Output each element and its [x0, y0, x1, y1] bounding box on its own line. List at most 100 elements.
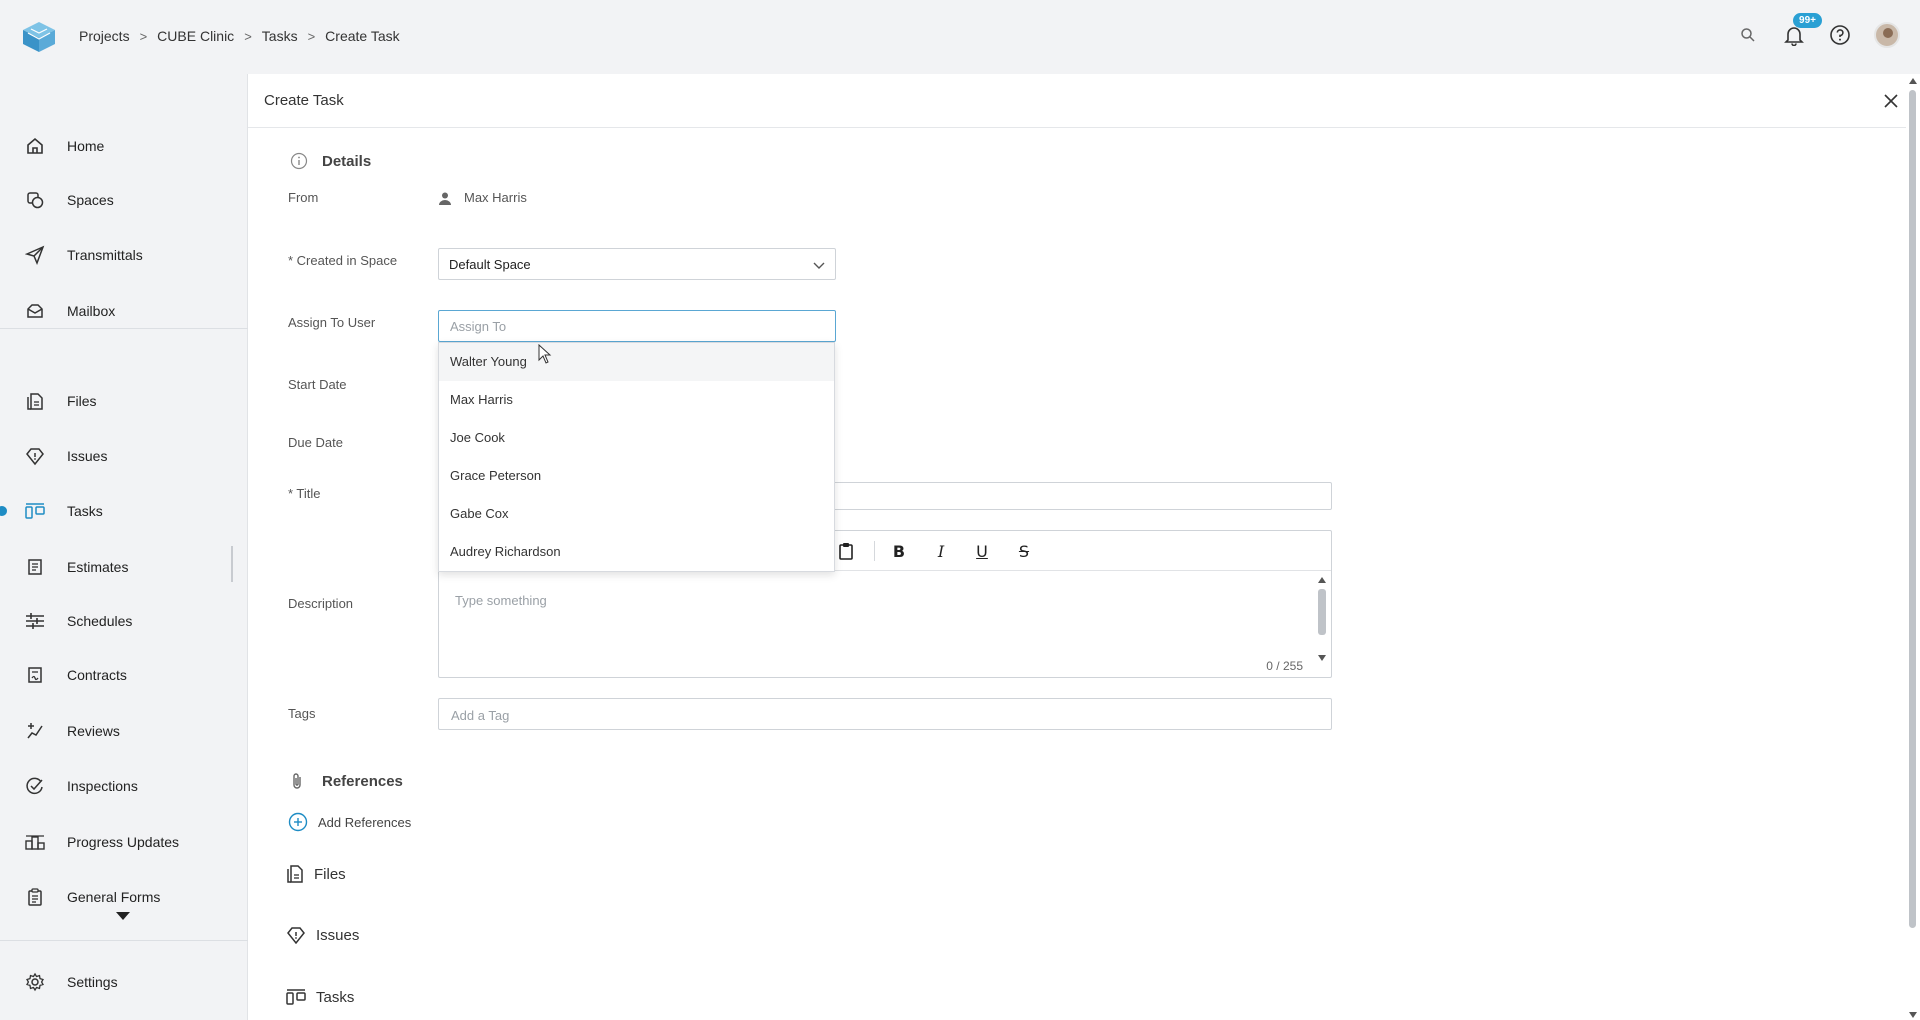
cube-logo-icon[interactable]	[20, 20, 58, 54]
breadcrumb: Projects > CUBE Clinic > Tasks > Create …	[79, 28, 400, 44]
dropdown-option[interactable]: Walter Young	[439, 343, 834, 381]
scroll-up-icon[interactable]	[1318, 577, 1326, 583]
sidebar-divider	[0, 940, 248, 941]
notification-badge: 99+	[1793, 13, 1822, 28]
sidebar-item-spaces[interactable]: Spaces	[0, 180, 248, 220]
sidebar-item-general-forms[interactable]: General Forms	[0, 877, 248, 917]
dropdown-option[interactable]: Grace Peterson	[439, 457, 834, 495]
toolbar-divider	[874, 541, 875, 561]
sidebar-item-progress-updates[interactable]: Progress Updates	[0, 822, 248, 862]
tags-input[interactable]: Add a Tag	[438, 698, 1332, 730]
person-icon	[438, 191, 452, 205]
panel-header: Create Task	[248, 74, 1906, 128]
files-icon	[24, 390, 46, 412]
user-avatar[interactable]	[1874, 22, 1900, 48]
dropdown-option[interactable]: Audrey Richardson	[439, 533, 834, 571]
assign-to-input[interactable]	[438, 310, 836, 342]
mailbox-icon	[24, 300, 46, 322]
add-references-label: Add References	[318, 814, 412, 830]
dropdown-option[interactable]: Max Harris	[439, 381, 834, 419]
info-icon	[290, 152, 308, 170]
help-icon[interactable]	[1828, 23, 1852, 47]
due-date-label: Due Date	[288, 435, 343, 450]
sidebar-item-estimates[interactable]: Estimates	[0, 547, 248, 587]
page-scrollbar[interactable]	[1906, 74, 1920, 1020]
clipboard-icon[interactable]	[835, 540, 857, 562]
sidebar-item-label: Estimates	[67, 559, 129, 575]
issues-icon	[24, 445, 46, 467]
dropdown-option[interactable]: Joe Cook	[439, 419, 834, 457]
expand-more-icon[interactable]	[116, 912, 130, 920]
references-tasks[interactable]: Tasks	[286, 988, 354, 1006]
references-issues[interactable]: Issues	[286, 926, 359, 944]
sidebar-item-label: Files	[67, 393, 97, 409]
chevron-right-icon: >	[139, 28, 148, 44]
scroll-thumb[interactable]	[1909, 90, 1916, 928]
search-icon[interactable]	[1736, 23, 1760, 47]
sidebar-item-issues[interactable]: Issues	[0, 436, 248, 476]
schedules-icon	[24, 610, 46, 632]
chevron-down-icon	[813, 258, 825, 273]
sidebar-item-files[interactable]: Files	[0, 381, 248, 421]
page-title: Create Task	[264, 92, 344, 109]
home-icon	[24, 135, 46, 157]
assign-to-user-label: Assign To User	[288, 315, 376, 330]
gear-icon	[24, 971, 46, 993]
details-section-title: Details	[290, 152, 371, 170]
sidebar-item-label: Home	[67, 138, 105, 154]
dropdown-option[interactable]: Gabe Cox	[439, 495, 834, 533]
sidebar-scrollbar[interactable]	[231, 546, 233, 582]
sidebar-divider	[0, 328, 248, 329]
start-date-label: Start Date	[288, 377, 347, 392]
description-label: Description	[288, 596, 354, 611]
mouse-pointer-icon	[538, 343, 552, 367]
close-icon[interactable]	[1880, 90, 1902, 112]
breadcrumb-projects[interactable]: Projects	[79, 28, 130, 44]
top-bar: Projects > CUBE Clinic > Tasks > Create …	[0, 0, 1920, 74]
created-in-space-label: * Created in Space	[288, 253, 398, 268]
strikethrough-icon[interactable]: S	[1013, 540, 1035, 562]
assign-to-dropdown: Walter Young Max Harris Joe Cook Grace P…	[438, 342, 835, 572]
sidebar-item-mailbox[interactable]: Mailbox	[0, 291, 248, 331]
sidebar-item-inspections[interactable]: Inspections	[0, 766, 248, 806]
references-files[interactable]: Files	[286, 864, 346, 884]
breadcrumb-current: Create Task	[325, 28, 400, 44]
sidebar-item-home[interactable]: Home	[0, 126, 248, 166]
sidebar-item-settings[interactable]: Settings	[0, 962, 248, 1002]
from-label: From	[288, 190, 319, 205]
sidebar-item-tasks[interactable]: Tasks	[0, 491, 248, 531]
breadcrumb-tasks[interactable]: Tasks	[262, 28, 298, 44]
editor-scrollbar[interactable]	[1317, 575, 1327, 661]
scroll-down-icon[interactable]	[1318, 655, 1326, 661]
tasks-icon	[286, 988, 306, 1006]
chevron-right-icon: >	[307, 28, 316, 44]
references-title: References	[322, 772, 403, 790]
sidebar-item-transmittals[interactable]: Transmittals	[0, 235, 248, 275]
sidebar-item-schedules[interactable]: Schedules	[0, 601, 248, 641]
italic-icon[interactable]: I	[930, 540, 952, 562]
space-select-value: Default Space	[449, 257, 531, 272]
add-circle-icon	[288, 812, 308, 832]
bell-icon[interactable]: 99+	[1782, 13, 1822, 47]
sidebar-item-reviews[interactable]: Reviews	[0, 711, 248, 751]
paperclip-icon	[290, 772, 304, 790]
details-title: Details	[322, 152, 372, 170]
sidebar-item-label: Schedules	[67, 613, 133, 629]
sidebar-item-contracts[interactable]: Contracts	[0, 655, 248, 695]
underline-icon[interactable]: U	[971, 540, 993, 562]
scroll-up-icon[interactable]	[1909, 78, 1917, 84]
sidebar-item-label: Reviews	[67, 723, 120, 739]
bold-icon[interactable]: B	[888, 540, 910, 562]
references-tasks-label: Tasks	[316, 988, 355, 1006]
contracts-icon	[24, 664, 46, 686]
sidebar-item-label: Mailbox	[67, 303, 116, 319]
title-label: * Title	[288, 486, 321, 501]
tasks-icon	[24, 500, 46, 522]
space-select[interactable]: Default Space	[438, 248, 836, 280]
references-issues-label: Issues	[316, 926, 360, 944]
add-references-button[interactable]: Add References	[288, 812, 411, 832]
sidebar-item-label: Spaces	[67, 192, 114, 208]
scroll-down-icon[interactable]	[1909, 1012, 1917, 1018]
scroll-thumb[interactable]	[1318, 589, 1326, 635]
breadcrumb-project[interactable]: CUBE Clinic	[157, 28, 234, 44]
